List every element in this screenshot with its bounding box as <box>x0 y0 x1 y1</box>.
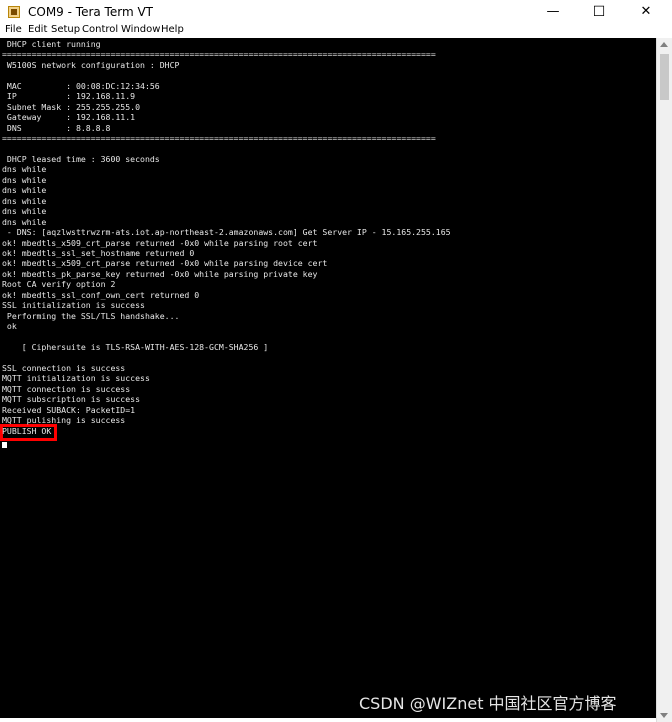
terminal-line: ok! mbedtls_ssl_set_hostname returned 0 <box>2 248 195 258</box>
terminal-line: Performing the SSL/TLS handshake... <box>2 310 180 321</box>
terminal-line: dns while <box>2 195 47 206</box>
terminal-line: ========================================… <box>2 133 436 144</box>
terminal-line: dns while <box>2 164 47 175</box>
terminal-line: dns while <box>2 206 47 217</box>
terminal-line: DNS : 8.8.8.8 <box>2 122 111 133</box>
terminal-line: Subnet Mask : 255.255.255.0 <box>2 101 141 112</box>
terminal-line: W5100S network configuration : DHCP <box>2 59 180 70</box>
menu-file[interactable]: File <box>5 24 22 36</box>
terminal-cursor <box>2 442 7 448</box>
terminal-line: Gateway : 192.168.11.1 <box>2 112 136 123</box>
terminal-line: ok! mbedtls_x509_crt_parse returned -0x0… <box>2 237 318 248</box>
terminal-line: MAC : 00:08:DC:12:34:56 <box>2 80 160 91</box>
terminal-line: Received SUBACK: PacketID=1 <box>2 404 136 415</box>
terminal-line: IP : 192.168.11.9 <box>2 91 136 102</box>
terminal-output[interactable]: DHCP client running =====================… <box>0 38 656 718</box>
title-bar: COM9 - Tera Term VT — ☐ ✕ <box>0 0 672 24</box>
menu-edit[interactable]: Edit <box>28 24 47 36</box>
maximize-button[interactable]: ☐ <box>576 0 622 24</box>
vertical-scrollbar[interactable] <box>656 38 672 722</box>
terminal-line: ok! mbedtls_ssl_conf_own_cert returned 0 <box>2 289 200 300</box>
terminal-line: DHCP client running <box>2 39 101 49</box>
menu-window[interactable]: Window <box>121 24 160 36</box>
terminal-line: DHCP leased time : 3600 seconds <box>2 153 160 164</box>
terminal-line: MQTT initialization is success <box>2 373 150 384</box>
close-button[interactable]: ✕ <box>623 0 669 24</box>
watermark-text: CSDN @WIZnet 中国社区官方博客 <box>359 694 617 713</box>
terminal-line: MQTT pulishing is success <box>2 415 126 426</box>
terminal-line: ok <box>2 321 17 332</box>
menu-bar: File Edit Setup Control Window Help <box>0 24 672 38</box>
teraterm-app-icon[interactable] <box>8 6 20 18</box>
scroll-down-arrow-icon[interactable] <box>660 713 668 718</box>
menu-setup[interactable]: Setup <box>51 24 80 36</box>
terminal-line: SSL connection is success <box>2 362 126 373</box>
terminal-line: - DNS: [aqzlwsttrwzrm-ats.iot.ap-northea… <box>2 227 451 238</box>
terminal-line: dns while <box>2 185 47 196</box>
scroll-up-arrow-icon[interactable] <box>660 42 668 47</box>
terminal-line: dns while <box>2 174 47 185</box>
window-bottom-border <box>0 718 656 722</box>
minimize-button[interactable]: — <box>530 0 576 24</box>
terminal-line: dns while <box>2 216 47 227</box>
terminal-line: PUBLISH OK <box>2 425 52 436</box>
terminal-line: MQTT subscription is success <box>2 394 141 405</box>
terminal-line: Root CA verify option 2 <box>2 279 116 290</box>
window-title: COM9 - Tera Term VT <box>28 5 153 19</box>
scrollbar-thumb[interactable] <box>660 54 669 100</box>
menu-help[interactable]: Help <box>161 24 184 36</box>
terminal-line: SSL initialization is success <box>2 300 145 311</box>
menu-control[interactable]: Control <box>82 24 118 36</box>
terminal-line: ok! mbedtls_x509_crt_parse returned -0x0… <box>2 258 328 269</box>
terminal-line: ========================================… <box>2 49 436 60</box>
terminal-line: ok! mbedtls_pk_parse_key returned -0x0 w… <box>2 268 318 279</box>
terminal-line: MQTT connection is success <box>2 383 131 394</box>
terminal-line: [ Ciphersuite is TLS-RSA-WITH-AES-128-GC… <box>2 342 269 353</box>
